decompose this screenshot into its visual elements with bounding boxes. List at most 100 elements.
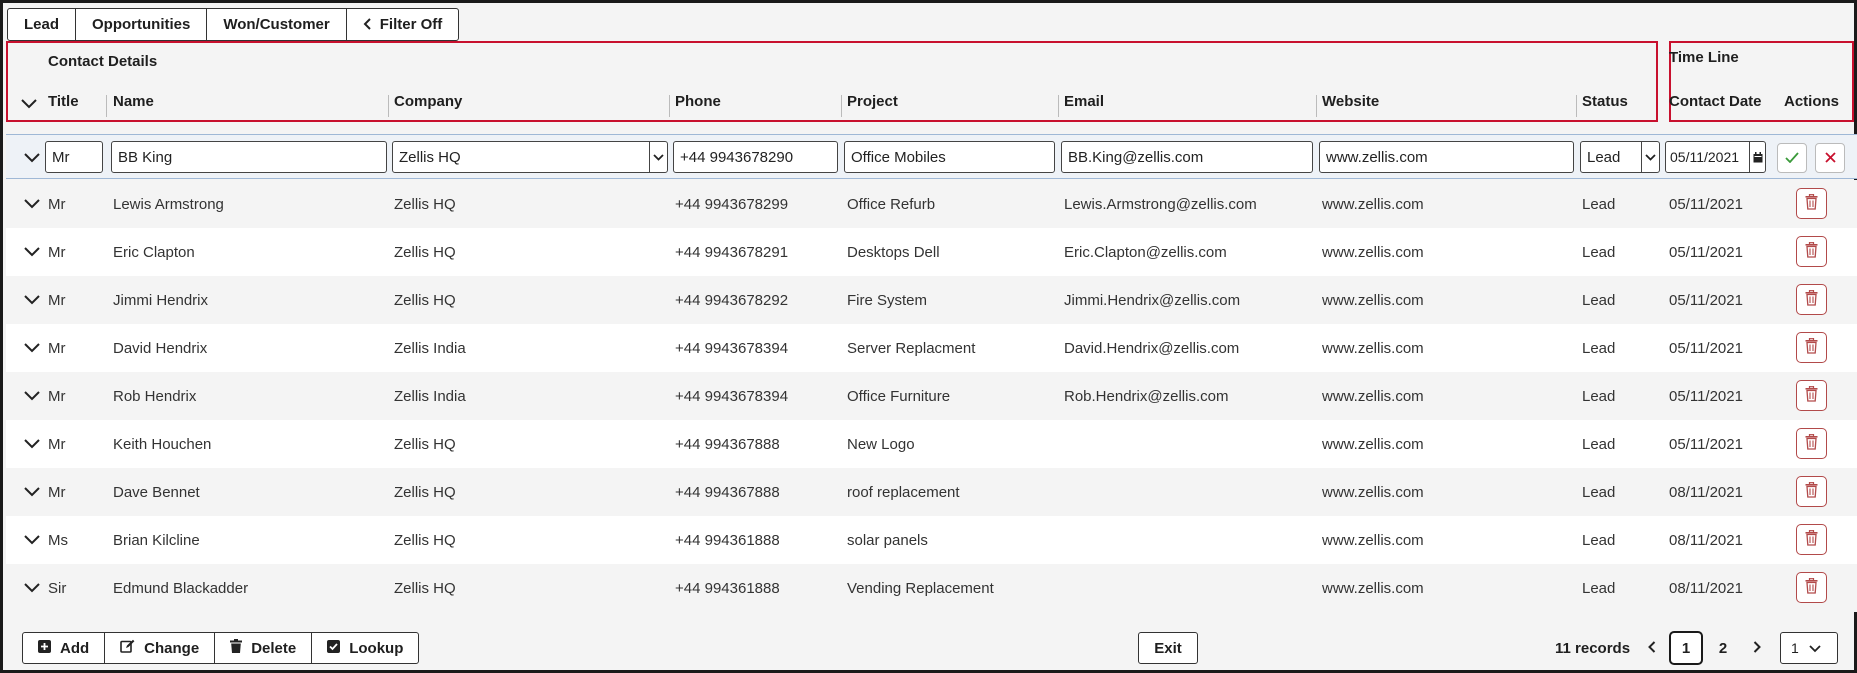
confirm-edit-button[interactable]	[1777, 143, 1807, 173]
chevron-down-icon[interactable]	[24, 150, 40, 167]
chevron-down-icon[interactable]	[24, 484, 40, 501]
column-header-name[interactable]: Name	[113, 93, 154, 110]
record-count: 11 records	[1555, 640, 1631, 657]
cancel-edit-button[interactable]	[1815, 143, 1845, 173]
table-row[interactable]: Mr Keith Houchen Zellis HQ +44 994367888 New…	[6, 420, 1857, 468]
cell-company: Zellis HQ	[394, 483, 456, 501]
contact-date-picker[interactable]: 05/11/2021	[1665, 141, 1766, 173]
cell-title: Mr	[48, 195, 66, 213]
chevron-down-icon[interactable]	[24, 196, 40, 213]
chevron-down-icon[interactable]	[24, 532, 40, 549]
table-row[interactable]: Mr Lewis Armstrong Zellis HQ +44 9943678299…	[6, 180, 1857, 228]
trash-icon	[1805, 241, 1818, 262]
tab-won-customer-label: Won/Customer	[223, 16, 330, 33]
chevron-left-icon	[363, 17, 372, 33]
chevron-down-icon[interactable]	[24, 436, 40, 453]
table-row[interactable]: Mr Dave Bennet Zellis HQ +44 994367888 roof …	[6, 468, 1857, 516]
chevron-down-icon[interactable]	[24, 340, 40, 357]
cell-status: Lead	[1582, 387, 1616, 405]
table-row[interactable]: Ms Brian Kilcline Zellis HQ +44 994361888 so…	[6, 516, 1857, 564]
cell-contact-date: 08/11/2021	[1669, 483, 1743, 501]
tab-won-customer[interactable]: Won/Customer	[207, 9, 347, 40]
chevron-down-icon	[1799, 640, 1821, 656]
website-input[interactable]	[1319, 141, 1574, 173]
title-input[interactable]	[45, 141, 103, 173]
delete-row-button[interactable]	[1796, 428, 1827, 459]
page-2-button[interactable]: 2	[1713, 631, 1733, 665]
cell-project: Desktops Dell	[847, 243, 940, 261]
delete-row-button[interactable]	[1796, 332, 1827, 363]
column-header-website[interactable]: Website	[1322, 93, 1379, 110]
column-header-title[interactable]: Title	[48, 93, 79, 110]
next-page-button[interactable]	[1748, 631, 1766, 665]
page-size-select[interactable]: 1	[1780, 632, 1838, 664]
column-divider	[841, 95, 842, 117]
trash-icon	[1805, 337, 1818, 358]
cell-contact-date: 05/11/2021	[1669, 435, 1743, 453]
company-select-value: Zellis HQ	[399, 148, 461, 166]
tab-opportunities[interactable]: Opportunities	[76, 9, 208, 40]
delete-row-button[interactable]	[1796, 188, 1827, 219]
chevron-down-icon[interactable]	[24, 292, 40, 309]
contact-details-group-title: Contact Details	[48, 53, 158, 70]
check-icon	[1785, 150, 1799, 167]
table-row[interactable]: Mr Rob Hendrix Zellis India +44 9943678394 O…	[6, 372, 1857, 420]
delete-row-button[interactable]	[1796, 524, 1827, 555]
phone-input[interactable]	[673, 141, 838, 173]
page-2-label: 2	[1718, 639, 1728, 657]
tab-lead[interactable]: Lead	[8, 9, 77, 40]
collapse-all-chevron-down-icon[interactable]	[21, 96, 37, 113]
delete-button[interactable]: Delete	[215, 633, 313, 663]
cell-phone: +44 9943678291	[675, 243, 789, 261]
company-select[interactable]: Zellis HQ	[392, 141, 668, 173]
delete-row-button[interactable]	[1796, 236, 1827, 267]
cell-name: Jimmi Hendrix	[113, 291, 209, 309]
cell-company: Zellis HQ	[394, 195, 456, 213]
calendar-icon[interactable]	[1749, 142, 1765, 172]
delete-row-button[interactable]	[1796, 284, 1827, 315]
delete-row-button[interactable]	[1796, 476, 1827, 507]
cell-name: Eric Clapton	[113, 243, 195, 261]
column-header-company[interactable]: Company	[394, 93, 462, 110]
chevron-down-icon[interactable]	[24, 244, 40, 261]
trash-icon	[1805, 433, 1818, 454]
filter-toggle-label: Filter Off	[379, 16, 443, 33]
edit-icon	[120, 639, 144, 657]
column-header-phone[interactable]: Phone	[675, 93, 721, 110]
page-size-value: 1	[1791, 640, 1799, 656]
column-divider	[106, 95, 107, 117]
cell-status: Lead	[1582, 483, 1616, 501]
column-header-email[interactable]: Email	[1064, 93, 1104, 110]
add-button[interactable]: Add	[23, 633, 106, 663]
chevron-down-icon	[649, 142, 667, 172]
column-header-status[interactable]: Status	[1582, 93, 1628, 110]
column-header-contact-date[interactable]: Contact Date	[1669, 93, 1762, 110]
trash-icon	[230, 639, 251, 657]
column-header-project[interactable]: Project	[847, 93, 898, 110]
name-input[interactable]	[111, 141, 387, 173]
chevron-down-icon[interactable]	[24, 580, 40, 597]
exit-button[interactable]: Exit	[1138, 632, 1198, 664]
filter-toggle-button[interactable]: Filter Off	[347, 9, 459, 40]
table-row[interactable]: Sir Edmund Blackadder Zellis HQ +44 9943618…	[6, 564, 1857, 612]
cell-title: Mr	[48, 483, 66, 501]
page-1-button[interactable]: 1	[1669, 631, 1703, 665]
cell-contact-date: 05/11/2021	[1669, 339, 1743, 357]
prev-page-button[interactable]	[1643, 631, 1661, 665]
project-input[interactable]	[844, 141, 1055, 173]
cell-status: Lead	[1582, 291, 1616, 309]
cell-title: Mr	[48, 243, 66, 261]
delete-row-button[interactable]	[1796, 572, 1827, 603]
chevron-down-icon[interactable]	[24, 388, 40, 405]
lookup-button[interactable]: Lookup	[312, 633, 418, 663]
status-select[interactable]: Lead	[1580, 141, 1660, 173]
change-button[interactable]: Change	[105, 633, 216, 663]
table-row[interactable]: Mr Jimmi Hendrix Zellis HQ +44 9943678292 Fi…	[6, 276, 1857, 324]
table-row[interactable]: Mr Eric Clapton Zellis HQ +44 9943678291 Des…	[6, 228, 1857, 276]
email-input[interactable]	[1061, 141, 1313, 173]
delete-button-label: Delete	[251, 639, 297, 657]
table-row[interactable]: Mr David Hendrix Zellis India +44 994367839…	[6, 324, 1857, 372]
cell-name: Dave Bennet	[113, 483, 200, 501]
cell-phone: +44 9943678299	[675, 195, 789, 213]
delete-row-button[interactable]	[1796, 380, 1827, 411]
